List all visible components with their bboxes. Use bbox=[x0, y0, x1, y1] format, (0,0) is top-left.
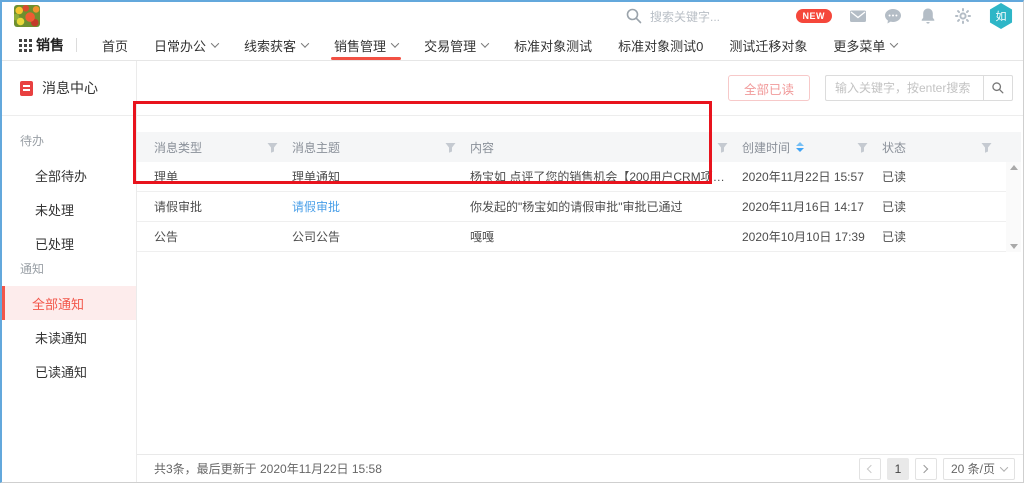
chevron-down-icon bbox=[301, 39, 309, 47]
topbar: 搜索关键字... NEW 如 bbox=[2, 2, 1023, 30]
cell-message-type: 请假审批 bbox=[154, 198, 292, 215]
filter-funnel-icon[interactable] bbox=[981, 142, 992, 153]
empty-space bbox=[137, 252, 1023, 454]
cell-create-time: 2020年10月10日 17:39 bbox=[742, 228, 882, 245]
cell-content: 杨宝如 点评了您的销售机会【200用户CRM项目】 bbox=[470, 168, 742, 185]
table-scrollbar[interactable] bbox=[1006, 162, 1021, 252]
table-search bbox=[825, 75, 1013, 101]
nav-item-home[interactable]: 首页 bbox=[89, 30, 141, 61]
nav-item-standard-object-test0[interactable]: 标准对象测试0 bbox=[605, 30, 716, 61]
page-size-select[interactable]: 20 条/页 bbox=[943, 458, 1015, 480]
record-summary: 共3条，最后更新于 2020年11月22日 15:58 bbox=[154, 460, 382, 477]
table-body: 理单 理单通知 杨宝如 点评了您的销售机会【200用户CRM项目】 2020年1… bbox=[137, 162, 1021, 252]
cell-content: 你发起的"杨宝如的请假审批"审批已通过 bbox=[470, 198, 742, 215]
table-header-row: 消息类型 消息主题 内容 创建时间 状态 bbox=[137, 132, 1021, 162]
col-header-status[interactable]: 状态 bbox=[882, 139, 906, 156]
chevron-down-icon bbox=[211, 39, 219, 47]
sidebar-list: 待办 全部待办 未处理 已处理 通知 全部通知 未读通知 已读通知 bbox=[2, 116, 136, 388]
global-search-placeholder: 搜索关键字... bbox=[650, 8, 720, 25]
chevron-down-icon bbox=[481, 39, 489, 47]
chevron-down-icon bbox=[391, 39, 399, 47]
current-page[interactable]: 1 bbox=[887, 458, 909, 480]
sort-arrows-icon[interactable] bbox=[796, 142, 804, 152]
sidebar-header: 消息中心 bbox=[2, 61, 136, 116]
page-title: 消息中心 bbox=[42, 78, 98, 98]
sidebar: 消息中心 待办 全部待办 未处理 已处理 通知 全部通知 未读通知 已读通知 bbox=[2, 61, 137, 482]
nav-item-sales-management[interactable]: 销售管理 bbox=[321, 30, 411, 61]
company-logo[interactable] bbox=[14, 5, 40, 27]
pagination: 1 20 条/页 bbox=[859, 458, 1015, 480]
nav-item-lead-acquisition[interactable]: 线索获客 bbox=[231, 30, 321, 61]
cell-message-type: 公告 bbox=[154, 228, 292, 245]
search-input[interactable] bbox=[825, 75, 983, 101]
sidebar-item-all-todo[interactable]: 全部待办 bbox=[2, 158, 136, 192]
cell-create-time: 2020年11月22日 15:57 bbox=[742, 168, 882, 185]
toolbar: 全部已读 bbox=[137, 61, 1023, 116]
topbar-actions: NEW 如 bbox=[796, 3, 1014, 29]
cell-status: 已读 bbox=[882, 198, 1006, 215]
chevron-left-icon bbox=[867, 464, 875, 472]
col-header-content[interactable]: 内容 bbox=[470, 139, 494, 156]
search-button[interactable] bbox=[983, 75, 1013, 101]
sidebar-section-todo: 待办 bbox=[2, 132, 136, 158]
chevron-right-icon bbox=[920, 464, 928, 472]
col-header-message-type[interactable]: 消息类型 bbox=[154, 139, 202, 156]
current-app-name[interactable]: 销售 bbox=[36, 35, 64, 55]
col-header-create-time[interactable]: 创建时间 bbox=[742, 139, 790, 156]
nav-item-trade-management[interactable]: 交易管理 bbox=[411, 30, 501, 61]
global-search[interactable]: 搜索关键字... bbox=[625, 7, 720, 25]
app-window: 搜索关键字... NEW 如 销售 首页 日常办公 线索获客 销售管理 交易管理… bbox=[0, 0, 1024, 483]
bell-icon[interactable] bbox=[919, 7, 937, 25]
cell-message-type: 理单 bbox=[154, 168, 292, 185]
app-grid-icon[interactable] bbox=[19, 39, 22, 42]
sidebar-item-unprocessed[interactable]: 未处理 bbox=[2, 192, 136, 226]
table-row[interactable]: 公告 公司公告 嘎嘎 2020年10月10日 17:39 已读 bbox=[137, 222, 1021, 252]
main-navbar: 销售 首页 日常办公 线索获客 销售管理 交易管理 标准对象测试 标准对象测试0… bbox=[2, 30, 1023, 61]
user-avatar[interactable]: 如 bbox=[989, 3, 1013, 29]
cell-content: 嘎嘎 bbox=[470, 228, 742, 245]
message-table: 消息类型 消息主题 内容 创建时间 状态 bbox=[137, 132, 1021, 252]
col-header-message-subject[interactable]: 消息主题 bbox=[292, 139, 340, 156]
search-icon bbox=[625, 7, 643, 25]
cell-message-subject: 公司公告 bbox=[292, 228, 470, 245]
nav-divider bbox=[76, 38, 77, 52]
nav-item-test-migration-object[interactable]: 测试迁移对象 bbox=[716, 30, 820, 61]
sidebar-item-processed[interactable]: 已处理 bbox=[2, 226, 136, 260]
mark-all-read-button[interactable]: 全部已读 bbox=[728, 75, 810, 101]
filter-funnel-icon[interactable] bbox=[445, 142, 456, 153]
sidebar-item-unread-notices[interactable]: 未读通知 bbox=[2, 320, 136, 354]
chat-icon[interactable] bbox=[884, 7, 902, 25]
nav-item-more-menu[interactable]: 更多菜单 bbox=[820, 30, 910, 61]
chevron-down-icon bbox=[890, 39, 898, 47]
nav-item-standard-object-test[interactable]: 标准对象测试 bbox=[501, 30, 605, 61]
table-row[interactable]: 理单 理单通知 杨宝如 点评了您的销售机会【200用户CRM项目】 2020年1… bbox=[137, 162, 1021, 192]
sidebar-section-notice: 通知 bbox=[2, 260, 136, 286]
scroll-down-icon[interactable] bbox=[1010, 244, 1018, 249]
prev-page-button[interactable] bbox=[859, 458, 881, 480]
gear-icon[interactable] bbox=[954, 7, 972, 25]
filter-funnel-icon[interactable] bbox=[267, 142, 278, 153]
chevron-down-icon bbox=[1000, 463, 1008, 471]
sidebar-item-read-notices[interactable]: 已读通知 bbox=[2, 354, 136, 388]
main-content: 全部已读 消息类型 消息主题 内容 bbox=[137, 61, 1023, 482]
next-page-button[interactable] bbox=[915, 458, 937, 480]
new-badge[interactable]: NEW bbox=[796, 9, 833, 23]
cell-message-subject-link[interactable]: 请假审批 bbox=[292, 198, 470, 215]
filter-funnel-icon[interactable] bbox=[857, 142, 868, 153]
filter-funnel-icon[interactable] bbox=[717, 142, 728, 153]
cell-status: 已读 bbox=[882, 228, 1006, 245]
sidebar-item-all-notices[interactable]: 全部通知 bbox=[2, 286, 136, 320]
cell-create-time: 2020年11月16日 14:17 bbox=[742, 198, 882, 215]
nav-item-daily-office[interactable]: 日常办公 bbox=[141, 30, 231, 61]
table-row[interactable]: 请假审批 请假审批 你发起的"杨宝如的请假审批"审批已通过 2020年11月16… bbox=[137, 192, 1021, 222]
cell-status: 已读 bbox=[882, 168, 1006, 185]
page-size-value: 20 条/页 bbox=[951, 460, 995, 477]
table-footer: 共3条，最后更新于 2020年11月22日 15:58 1 20 条/页 bbox=[137, 454, 1023, 482]
scroll-up-icon[interactable] bbox=[1010, 165, 1018, 170]
cell-message-subject: 理单通知 bbox=[292, 168, 470, 185]
mail-icon[interactable] bbox=[849, 7, 867, 25]
message-center-icon bbox=[20, 81, 33, 96]
search-icon bbox=[991, 81, 1005, 95]
